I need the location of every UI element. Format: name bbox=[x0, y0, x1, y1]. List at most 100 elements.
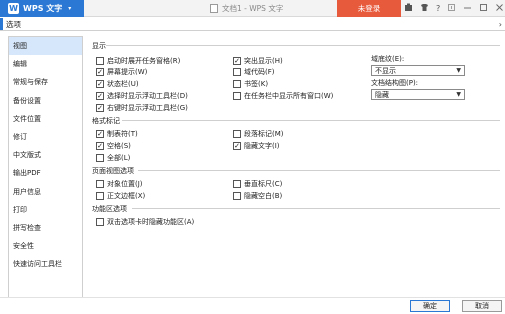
checkbox-box[interactable]: ✓ bbox=[96, 130, 104, 138]
checkbox-paragraph-marks[interactable]: 段落标记(M) bbox=[233, 129, 284, 139]
section-divider bbox=[106, 45, 500, 46]
sidebar-item[interactable]: 用户信息 bbox=[9, 183, 82, 201]
checkbox-hide-ribbon-dblclick[interactable]: 双击选项卡时隐藏功能区(A) bbox=[96, 217, 194, 227]
dialog-accent bbox=[0, 18, 3, 30]
section-divider bbox=[138, 170, 500, 171]
checkbox-highlight[interactable]: ✓ 突出显示(H) bbox=[233, 56, 283, 66]
checkbox-box[interactable] bbox=[233, 130, 241, 138]
minimize-icon[interactable] bbox=[463, 3, 472, 14]
field-shading-select[interactable]: 不显示 ▼ bbox=[371, 65, 465, 76]
options-panel: 显示 启动时展开任务窗格(R) ✓ 屏幕提示(W) ✓ 状态栏(U) ✓ 选择时显示浮… bbox=[90, 36, 500, 296]
doc-structure-select[interactable]: 隐藏 ▼ bbox=[371, 89, 465, 100]
checkbox-label: 全部(L) bbox=[107, 154, 131, 162]
field-shading-label: 域底纹(E): bbox=[371, 55, 405, 63]
checkbox-label: 选择时显示浮动工具栏(D) bbox=[107, 92, 188, 100]
chevron-down-icon[interactable]: ▾ bbox=[68, 5, 71, 12]
checkbox-label: 状态栏(U) bbox=[107, 80, 139, 88]
checkbox-object-anchors[interactable]: 对象位置(J) bbox=[96, 179, 143, 189]
maximize-icon[interactable] bbox=[479, 3, 488, 14]
checkbox-hide-whitespace[interactable]: 隐藏空白(B) bbox=[233, 191, 282, 201]
checkbox-box[interactable] bbox=[96, 57, 104, 65]
skin-icon[interactable] bbox=[404, 3, 413, 14]
sidebar-item[interactable]: 拼写检查 bbox=[9, 219, 82, 237]
checkbox-field-codes[interactable]: 域代码(F) bbox=[233, 67, 275, 77]
sidebar-item[interactable]: 编辑 bbox=[9, 55, 82, 73]
checkbox-box[interactable] bbox=[233, 68, 241, 76]
title-bar: W WPS 文字 ▾ 文档1 - WPS 文字 未登录 ? bbox=[0, 0, 505, 17]
app-tab[interactable]: W WPS 文字 ▾ bbox=[0, 0, 84, 17]
section-divider bbox=[122, 120, 500, 121]
sidebar-item[interactable]: 备份设置 bbox=[9, 92, 82, 110]
checkbox-box[interactable] bbox=[96, 192, 104, 200]
checkbox-box[interactable] bbox=[233, 80, 241, 88]
checkbox-box[interactable]: ✓ bbox=[96, 142, 104, 150]
checkbox-text-boundaries[interactable]: 正文边框(X) bbox=[96, 191, 145, 201]
checkbox-startup-taskpane[interactable]: 启动时展开任务窗格(R) bbox=[96, 56, 180, 66]
close-icon[interactable] bbox=[495, 3, 504, 14]
doc-structure-label: 文档结构图(P): bbox=[371, 79, 419, 87]
shirt-icon[interactable] bbox=[420, 3, 429, 14]
checkbox-label: 空格(S) bbox=[107, 142, 131, 150]
checkbox-tab-chars[interactable]: ✓ 制表符(T) bbox=[96, 129, 138, 139]
checkbox-float-toolbar-rightclick[interactable]: ✓ 右键时显示浮动工具栏(G) bbox=[96, 103, 188, 113]
checkbox-label: 启动时展开任务窗格(R) bbox=[107, 57, 181, 65]
checkbox-label: 屏幕提示(W) bbox=[107, 68, 148, 76]
checkbox-label: 隐藏文字(I) bbox=[244, 142, 280, 150]
checkbox-box[interactable] bbox=[233, 180, 241, 188]
checkbox-vertical-ruler[interactable]: 垂直标尺(C) bbox=[233, 179, 282, 189]
checkbox-box[interactable]: ✓ bbox=[233, 142, 241, 150]
section-title-ribbon: 功能区选项 bbox=[92, 205, 127, 213]
checkbox-box[interactable]: ✓ bbox=[233, 57, 241, 65]
document-title-text: 文档1 - WPS 文字 bbox=[222, 4, 284, 13]
document-title: 文档1 - WPS 文字 bbox=[210, 0, 283, 17]
checkbox-box[interactable] bbox=[96, 218, 104, 226]
sidebar-item[interactable]: 常规与保存 bbox=[9, 73, 82, 91]
sidebar-item[interactable]: 视图 bbox=[9, 37, 82, 56]
checkbox-status-bar[interactable]: ✓ 状态栏(U) bbox=[96, 79, 139, 89]
caret-down-icon: ▼ bbox=[456, 67, 461, 74]
section-title-format-marks: 格式标记 bbox=[92, 117, 120, 125]
doc-structure-value: 隐藏 bbox=[375, 90, 389, 99]
document-icon bbox=[210, 4, 218, 13]
checkbox-label: 段落标记(M) bbox=[244, 130, 284, 138]
sidebar-item[interactable]: 文件位置 bbox=[9, 110, 82, 128]
checkbox-box[interactable] bbox=[233, 192, 241, 200]
checkbox-float-toolbar-select[interactable]: ✓ 选择时显示浮动工具栏(D) bbox=[96, 91, 188, 101]
cancel-button[interactable]: 取消 bbox=[462, 300, 502, 312]
checkbox-box[interactable]: ✓ bbox=[96, 104, 104, 112]
checkbox-box[interactable] bbox=[96, 180, 104, 188]
checkbox-label: 突出显示(H) bbox=[244, 57, 283, 65]
checkbox-box[interactable]: ✓ bbox=[96, 68, 104, 76]
section-title-page-view: 页面视图选项 bbox=[92, 167, 134, 175]
checkbox-label: 在任务栏中显示所有窗口(W) bbox=[244, 92, 334, 100]
restore-icon[interactable] bbox=[447, 3, 456, 14]
checkbox-bookmarks[interactable]: 书签(K) bbox=[233, 79, 268, 89]
checkbox-box[interactable]: ✓ bbox=[96, 80, 104, 88]
checkbox-label: 对象位置(J) bbox=[107, 180, 143, 188]
app-name: WPS 文字 bbox=[23, 4, 63, 13]
options-sidebar: 视图 编辑 常规与保存 备份设置 文件位置 修订 中文版式 输出PDF 用户信息 打印 拼写检查 安全… bbox=[8, 36, 83, 298]
sidebar-item[interactable]: 快速访问工具栏 bbox=[9, 255, 82, 273]
chevron-right-icon[interactable]: › bbox=[499, 17, 502, 31]
sidebar-item[interactable]: 安全性 bbox=[9, 237, 82, 255]
checkbox-label: 隐藏空白(B) bbox=[244, 192, 283, 200]
checkbox-hidden-text[interactable]: ✓ 隐藏文字(I) bbox=[233, 141, 280, 151]
checkbox-box[interactable]: ✓ bbox=[96, 92, 104, 100]
sidebar-item[interactable]: 输出PDF bbox=[9, 164, 82, 182]
login-button[interactable]: 未登录 bbox=[337, 0, 401, 17]
sidebar-item[interactable]: 中文版式 bbox=[9, 146, 82, 164]
checkbox-box[interactable] bbox=[233, 92, 241, 100]
checkbox-screen-tips[interactable]: ✓ 屏幕提示(W) bbox=[96, 67, 147, 77]
ok-button[interactable]: 确定 bbox=[410, 300, 450, 312]
checkbox-label: 正文边框(X) bbox=[107, 192, 146, 200]
caret-down-icon: ▼ bbox=[456, 91, 461, 98]
help-icon[interactable]: ? bbox=[436, 4, 440, 13]
checkbox-box[interactable] bbox=[96, 154, 104, 162]
sidebar-item[interactable]: 修订 bbox=[9, 128, 82, 146]
sidebar-item[interactable]: 打印 bbox=[9, 201, 82, 219]
checkbox-all-marks[interactable]: 全部(L) bbox=[96, 153, 130, 163]
checkbox-spaces[interactable]: ✓ 空格(S) bbox=[96, 141, 131, 151]
checkbox-taskbar-windows[interactable]: 在任务栏中显示所有窗口(W) bbox=[233, 91, 333, 101]
footer-divider bbox=[0, 297, 505, 298]
window-controls: ? bbox=[404, 0, 504, 17]
